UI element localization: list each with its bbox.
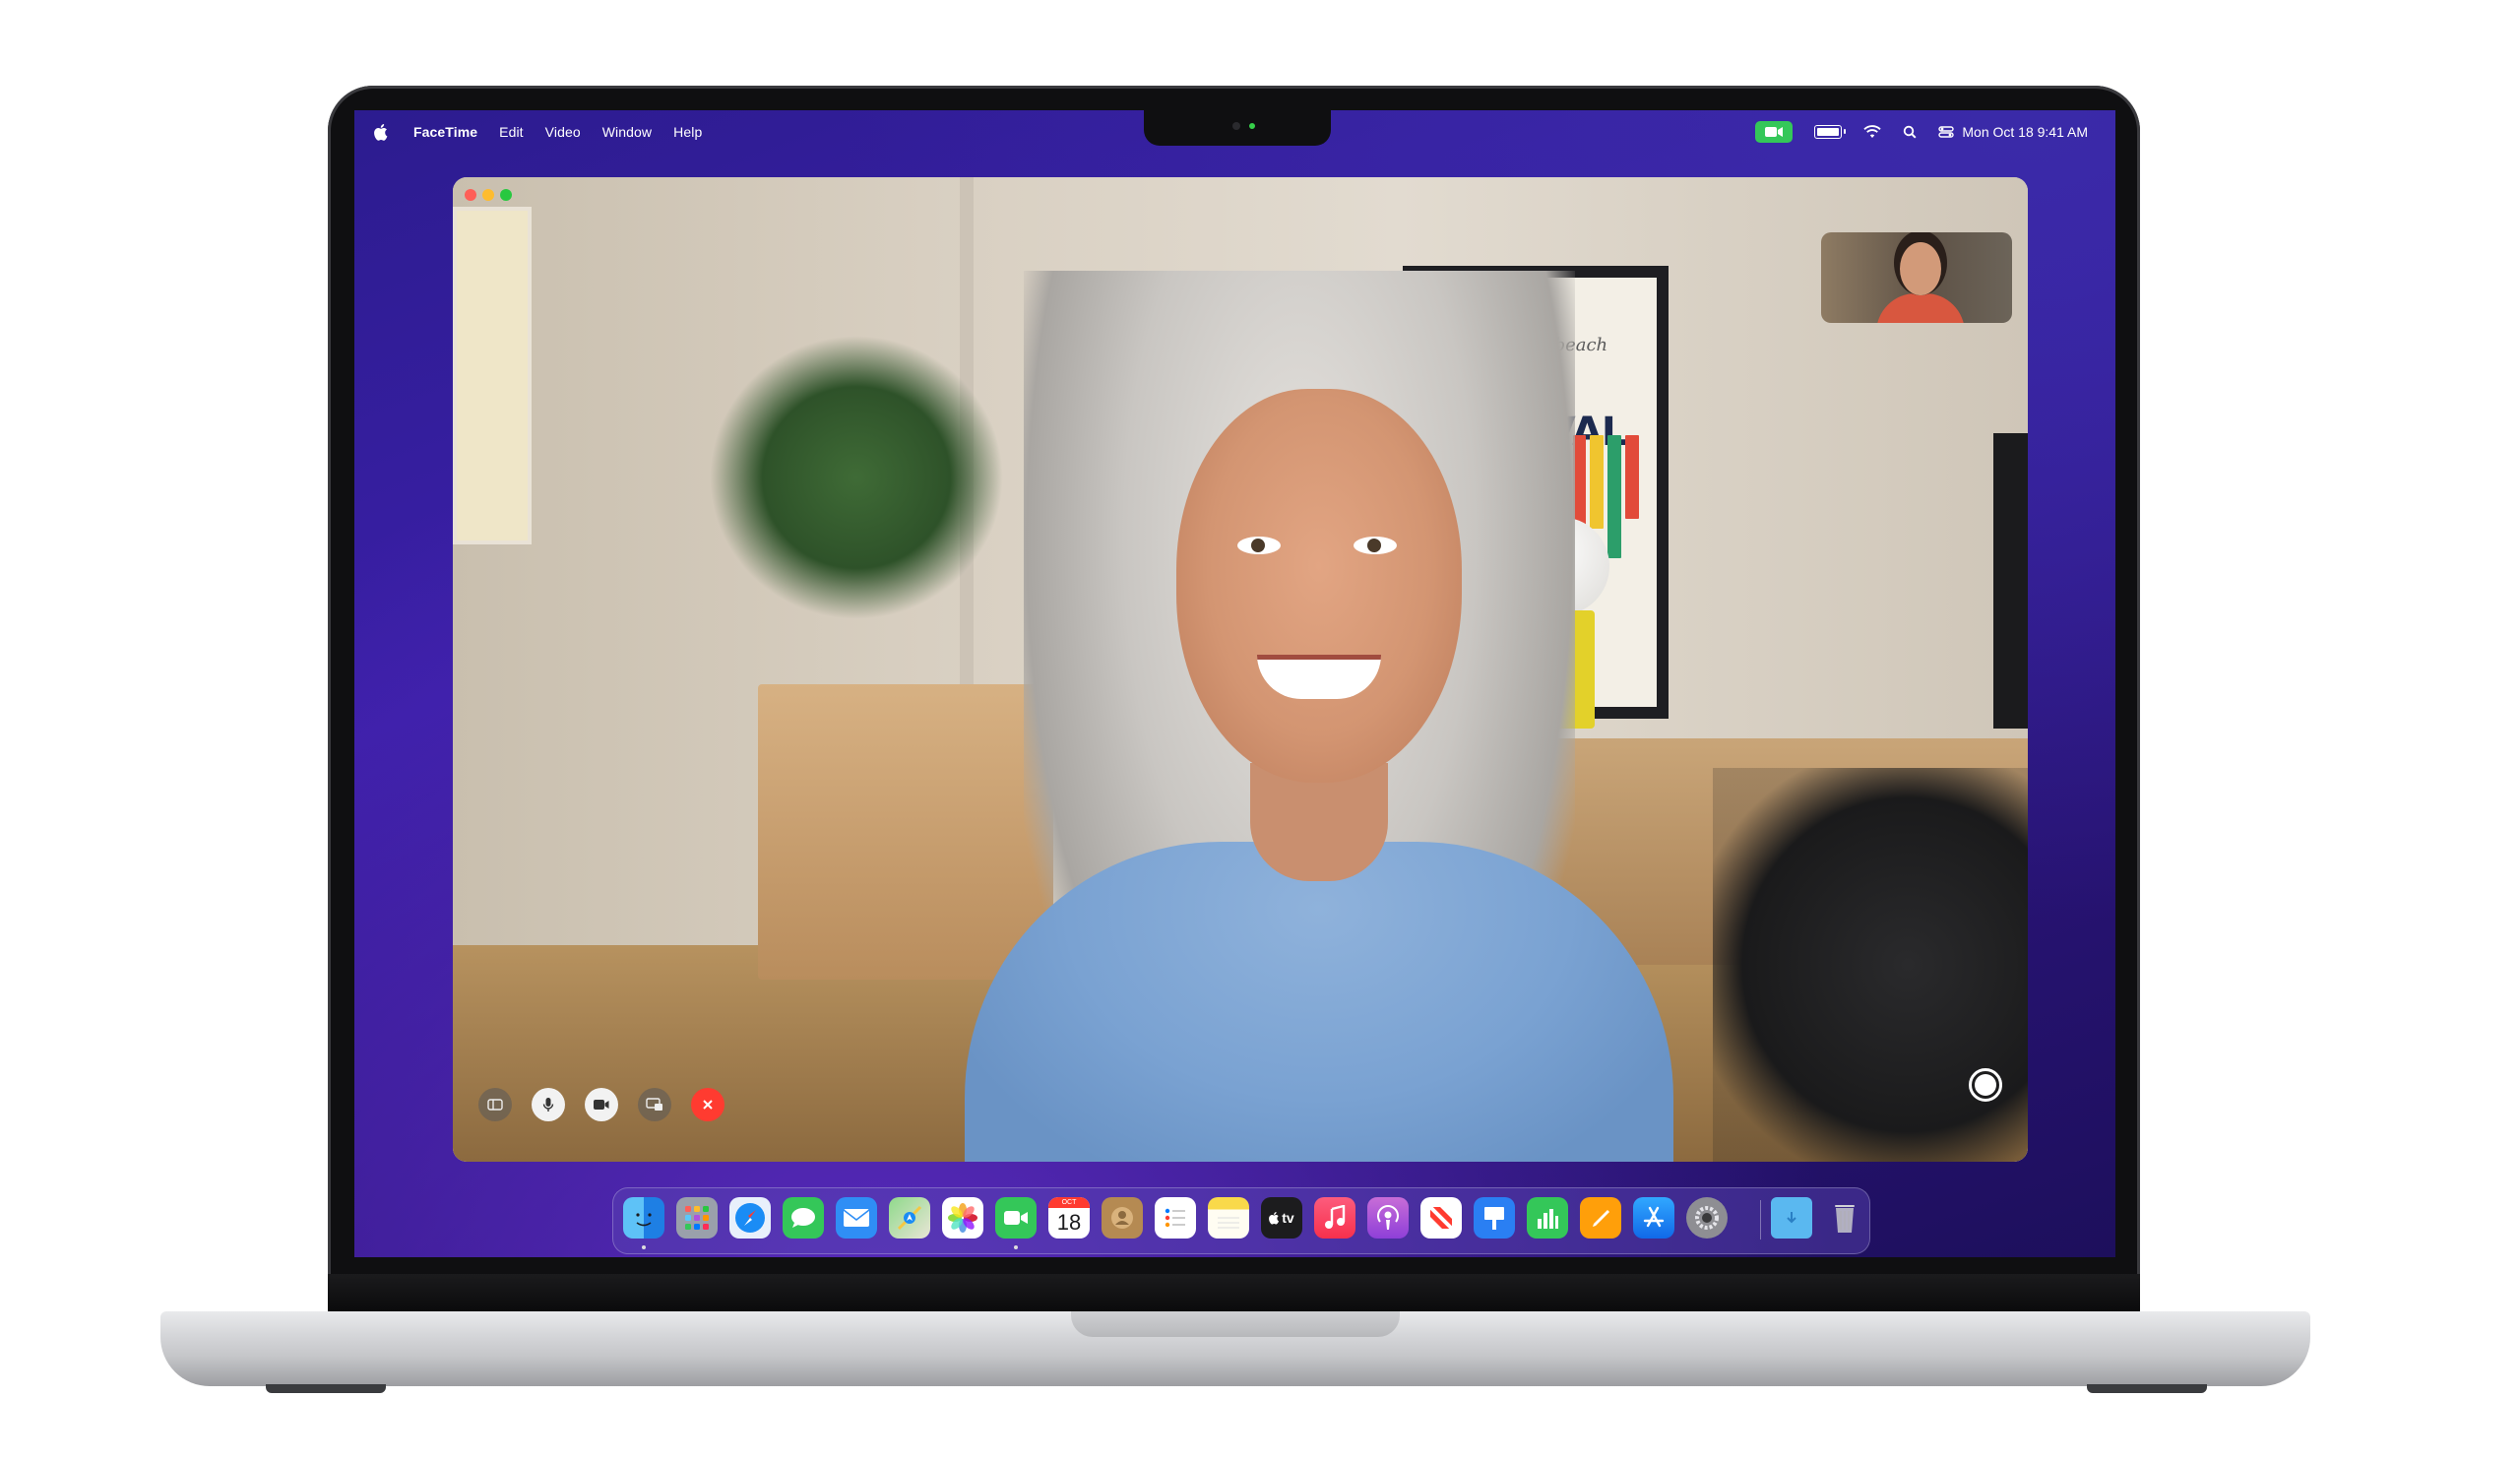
status-area: Mon Oct 18 9:41 AM — [1755, 110, 2088, 154]
self-view-pip[interactable] — [1821, 232, 2012, 323]
monitor — [1993, 433, 2028, 729]
menu-window[interactable]: Window — [602, 124, 652, 140]
safari-icon[interactable] — [729, 1197, 771, 1239]
mute-button[interactable] — [532, 1088, 565, 1121]
facetime-window: newport beach JAZZ FESTIVAL — [453, 177, 2028, 1162]
end-call-button[interactable] — [691, 1088, 724, 1121]
spotlight-search-icon[interactable] — [1903, 125, 1917, 139]
menu-video[interactable]: Video — [545, 124, 581, 140]
control-center-icon[interactable] — [1938, 125, 1955, 139]
video-toggle-button[interactable] — [585, 1088, 618, 1121]
numbers-icon[interactable] — [1527, 1197, 1568, 1239]
laptop-hinge — [328, 1274, 2140, 1313]
trash-icon[interactable] — [1824, 1197, 1865, 1239]
menu-app-facetime[interactable]: FaceTime — [413, 124, 477, 140]
photos-icon[interactable] — [942, 1197, 983, 1239]
close-icon — [703, 1100, 713, 1110]
office-chair — [1713, 768, 2028, 1162]
screen-share-button[interactable] — [638, 1088, 671, 1121]
apple-icon[interactable] — [374, 123, 390, 141]
facetime-icon[interactable] — [995, 1197, 1037, 1239]
contacts-icon[interactable] — [1102, 1197, 1143, 1239]
live-photo-shutter-button[interactable] — [1969, 1068, 2002, 1102]
news-icon[interactable] — [1420, 1197, 1462, 1239]
laptop-foot-right — [2087, 1384, 2207, 1393]
finder-icon[interactable] — [623, 1197, 664, 1239]
calendar-icon[interactable]: OCT 18 — [1048, 1197, 1090, 1239]
keynote-icon[interactable] — [1474, 1197, 1515, 1239]
camera-notch — [1144, 110, 1331, 146]
system-preferences-icon[interactable] — [1686, 1197, 1728, 1239]
window-zoom-button[interactable] — [500, 189, 512, 201]
plant — [709, 335, 1004, 620]
notes-icon[interactable] — [1208, 1197, 1249, 1239]
mail-icon[interactable] — [836, 1197, 877, 1239]
menu-help[interactable]: Help — [673, 124, 702, 140]
battery-icon[interactable] — [1814, 125, 1847, 139]
dock: OCT 18 tv — [612, 1187, 1870, 1254]
wall-art-frame — [453, 207, 532, 544]
sidebar-icon — [487, 1099, 503, 1111]
dock-separator — [1760, 1200, 1761, 1240]
microphone-icon — [542, 1098, 554, 1112]
downloads-folder-icon[interactable] — [1771, 1197, 1812, 1239]
sidebar-toggle-button[interactable] — [478, 1088, 512, 1121]
menu-edit[interactable]: Edit — [499, 124, 524, 140]
music-icon[interactable] — [1314, 1197, 1355, 1239]
remote-caller-video — [965, 271, 1673, 1162]
maps-icon[interactable] — [889, 1197, 930, 1239]
pages-icon[interactable] — [1580, 1197, 1621, 1239]
menu-clock[interactable]: Mon Oct 18 9:41 AM — [1962, 124, 2088, 140]
laptop-foot-left — [266, 1384, 386, 1393]
app-store-icon[interactable] — [1633, 1197, 1674, 1239]
launchpad-icon[interactable] — [676, 1197, 718, 1239]
screen-share-icon — [646, 1098, 662, 1111]
window-close-button[interactable] — [465, 189, 476, 201]
camera-in-use-icon[interactable] — [1755, 121, 1794, 143]
laptop-opening-notch — [1071, 1311, 1400, 1337]
tv-app-icon[interactable]: tv — [1261, 1197, 1302, 1239]
window-minimize-button[interactable] — [482, 189, 494, 201]
messages-icon[interactable] — [783, 1197, 824, 1239]
video-camera-icon — [594, 1100, 609, 1110]
caller-sweater — [965, 842, 1673, 1162]
caller-face — [1176, 389, 1462, 783]
podcasts-icon[interactable] — [1367, 1197, 1409, 1239]
reminders-icon[interactable] — [1155, 1197, 1196, 1239]
wifi-icon[interactable] — [1863, 125, 1882, 139]
